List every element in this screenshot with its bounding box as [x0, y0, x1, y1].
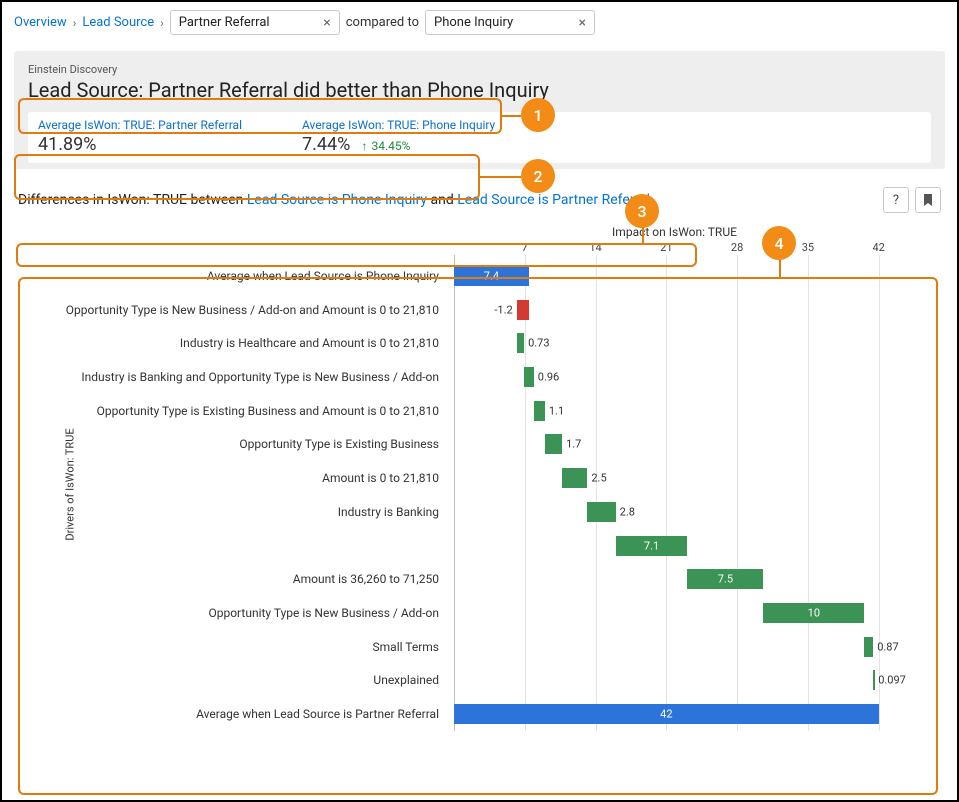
category-label: Unexplained: [373, 673, 439, 687]
bookmark-button[interactable]: [915, 187, 941, 213]
waterfall-bar[interactable]: [545, 434, 562, 454]
breadcrumb-lead-source[interactable]: Lead Source: [82, 15, 154, 30]
gridline: [808, 255, 809, 731]
category-label: Opportunity Type is Existing Business an…: [97, 404, 439, 418]
differences-header-row: Differences in IsWon: TRUE between Lead …: [18, 187, 941, 213]
waterfall-bar[interactable]: [534, 401, 545, 421]
stat-phone-inquiry: Average IsWon: TRUE: Phone Inquiry 7.44%…: [302, 118, 495, 155]
compare-value-b-pill[interactable]: Phone Inquiry ×: [425, 10, 595, 35]
bookmark-icon: [923, 193, 933, 207]
chevron-right-icon: ›: [160, 16, 164, 30]
gridline: [737, 255, 738, 731]
category-label: Small Terms: [373, 640, 439, 654]
gridline: [525, 255, 526, 731]
x-tick-label: 35: [802, 241, 814, 254]
bar-value-label: 42: [660, 708, 672, 721]
summary-panel: Einstein Discovery Lead Source: Partner …: [14, 51, 945, 169]
x-tick-label: 14: [589, 241, 601, 254]
chart-title: Impact on IsWon: TRUE: [454, 225, 895, 239]
x-tick-label: 7: [522, 241, 528, 254]
insight-title: Lead Source: Partner Referral did better…: [28, 78, 931, 110]
compare-value-b-text: Phone Inquiry: [434, 15, 513, 30]
bar-value-label: 7.1: [644, 539, 659, 552]
chart-container: Impact on IsWon: TRUE Drivers of IsWon: …: [18, 219, 941, 737]
chart-plot-area: 714212835427.4-1.20.730.961.11.72.52.87.…: [454, 259, 909, 731]
stat-delta: ↑ 34.45%: [362, 139, 411, 153]
stat-label: Average IsWon: TRUE: Phone Inquiry: [302, 118, 495, 132]
callout-badge-text: 2: [533, 167, 542, 186]
diff-prefix: Differences in IsWon: TRUE between: [18, 192, 247, 208]
stat-value: 7.44%: [302, 134, 350, 155]
diff-link-b[interactable]: Lead Source is Partner Referral: [457, 192, 650, 208]
bar-value-label: 2.5: [591, 472, 606, 485]
category-label: Industry is Healthcare and Amount is 0 t…: [180, 336, 439, 350]
bar-value-label: 7.4: [484, 269, 499, 282]
stat-delta-value: 34.45%: [372, 139, 411, 153]
waterfall-bar[interactable]: [587, 502, 615, 522]
waterfall-bar[interactable]: [517, 300, 529, 320]
differences-text: Differences in IsWon: TRUE between Lead …: [18, 192, 650, 208]
compared-to-label: compared to: [346, 15, 419, 30]
stats-row: Average IsWon: TRUE: Partner Referral 41…: [28, 112, 931, 163]
category-label: Opportunity Type is New Business / Add-o…: [66, 303, 439, 317]
close-icon[interactable]: ×: [579, 16, 586, 30]
bar-value-label: 10: [808, 607, 820, 620]
bar-value-label: 0.96: [538, 371, 559, 384]
bar-value-label: 2.8: [620, 505, 635, 518]
question-icon: ?: [893, 193, 899, 208]
bar-value-label: 0.87: [877, 640, 898, 653]
help-button[interactable]: ?: [883, 187, 909, 213]
category-label: Amount is 0 to 21,810: [322, 471, 439, 485]
chevron-right-icon: ›: [73, 16, 77, 30]
waterfall-bar[interactable]: [517, 333, 524, 353]
category-label: Average when Lead Source is Phone Inquir…: [207, 269, 439, 283]
arrow-up-icon: ↑: [362, 139, 368, 153]
compare-value-a-text: Partner Referral: [179, 15, 270, 30]
breadcrumb: Overview › Lead Source › Partner Referra…: [2, 2, 957, 45]
stat-partner-referral: Average IsWon: TRUE: Partner Referral 41…: [38, 118, 242, 155]
category-label: Amount is 36,260 to 71,250: [293, 572, 439, 586]
gridline: [666, 255, 667, 731]
bar-value-label: 0.097: [878, 674, 906, 687]
category-label: Industry is Banking: [338, 505, 439, 519]
close-icon[interactable]: ×: [323, 16, 330, 30]
waterfall-bar[interactable]: [864, 637, 873, 657]
waterfall-bar[interactable]: [562, 468, 587, 488]
category-label: Opportunity Type is Existing Business: [239, 437, 439, 451]
bar-value-label: -1.2: [494, 303, 512, 316]
gridline: [879, 255, 880, 731]
stat-value: 41.89%: [38, 134, 242, 155]
category-label: Industry is Banking and Opportunity Type…: [81, 370, 439, 384]
chart-category-labels: Average when Lead Source is Phone Inquir…: [34, 259, 449, 731]
callout-arm-2: [480, 176, 521, 178]
x-tick-label: 28: [731, 241, 743, 254]
category-label: Opportunity Type is New Business / Add-o…: [208, 606, 439, 620]
waterfall-bar[interactable]: [524, 367, 534, 387]
category-label: Average when Lead Source is Partner Refe…: [196, 707, 439, 721]
x-tick-label: 21: [660, 241, 672, 254]
diff-and: and: [427, 192, 457, 208]
bar-value-label: 1.1: [549, 404, 564, 417]
bar-value-label: 0.73: [528, 337, 549, 350]
stat-label: Average IsWon: TRUE: Partner Referral: [38, 118, 242, 132]
compare-value-a-pill[interactable]: Partner Referral ×: [170, 10, 340, 35]
diff-link-a[interactable]: Lead Source is Phone Inquiry: [247, 192, 427, 208]
gridline: [596, 255, 597, 731]
waterfall-bar[interactable]: [873, 670, 875, 690]
bar-value-label: 7.5: [718, 573, 733, 586]
einstein-discovery-label: Einstein Discovery: [28, 63, 931, 76]
bar-value-label: 1.7: [566, 438, 581, 451]
breadcrumb-overview[interactable]: Overview: [14, 15, 67, 30]
x-tick-label: 42: [872, 241, 884, 254]
